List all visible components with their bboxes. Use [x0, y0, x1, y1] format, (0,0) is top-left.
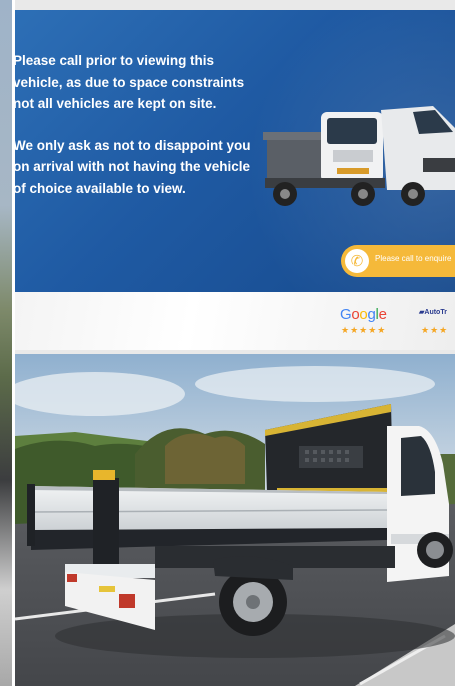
adjacent-gallery-image[interactable] — [0, 0, 12, 686]
review-strip — [15, 292, 455, 350]
tipper-truck-photo — [15, 354, 455, 686]
viewing-notice-text: Please call prior to viewing this vehicl… — [15, 50, 253, 219]
phone-icon: ✆ — [345, 249, 369, 273]
autotrader-logo: ▰AutoTr — [419, 309, 447, 316]
trucks-illustration — [263, 106, 455, 206]
call-to-enquire-button[interactable]: ✆ Please call to enquire — [341, 245, 455, 277]
vehicle-photo[interactable] — [15, 354, 455, 686]
notice-paragraph-2: We only ask as not to disappoint you on … — [15, 137, 251, 196]
google-logo: Google — [340, 306, 387, 323]
notice-paragraph-1: Please call prior to viewing this vehicl… — [15, 53, 245, 111]
autotrader-rating-stars: ★★★ — [421, 326, 449, 336]
call-button-label: Please call to enquire — [375, 254, 452, 263]
viewing-notice-banner[interactable]: Please call prior to viewing this vehicl… — [15, 10, 455, 350]
google-rating-stars: ★★★★★ — [341, 326, 387, 336]
